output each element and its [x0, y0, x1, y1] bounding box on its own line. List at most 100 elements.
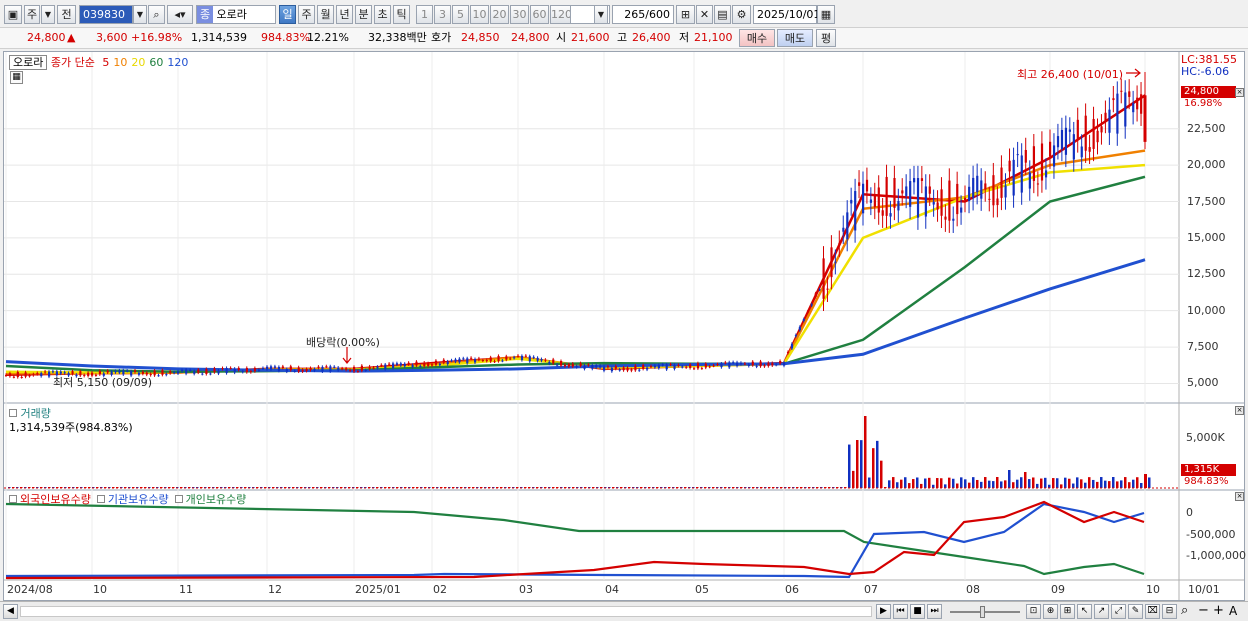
candle-body [177, 371, 180, 374]
interval-button-60[interactable]: 60 [530, 5, 549, 24]
tool-7-icon[interactable]: ✎ [1128, 604, 1143, 619]
zoom-slider-handle[interactable] [980, 606, 985, 618]
tool-2-icon[interactable]: ⊕ [1043, 604, 1058, 619]
period-button-3[interactable]: 년 [336, 5, 353, 24]
tool-1-icon[interactable]: ⊡ [1026, 604, 1041, 619]
chart-canvas[interactable] [4, 52, 1244, 600]
volume-legend-box-icon[interactable] [9, 409, 17, 417]
candle-body [1140, 94, 1143, 114]
interval-button-20[interactable]: 20 [490, 5, 509, 24]
candle-body [229, 367, 232, 369]
interval-button-5[interactable]: 5 [452, 5, 469, 24]
candle-body [881, 210, 884, 216]
tool-3-icon[interactable]: ⊞ [1060, 604, 1075, 619]
tool-4-icon[interactable]: ↖ [1077, 604, 1092, 619]
interval-button-120[interactable]: 120 [550, 5, 572, 24]
volume-bar [916, 477, 919, 488]
candle-body [669, 364, 672, 366]
period-button-4[interactable]: 분 [355, 5, 372, 24]
calendar-icon[interactable]: ▦ [817, 5, 835, 24]
avg-button[interactable]: 평 [816, 29, 836, 47]
first-page-icon[interactable]: ⏮ [893, 604, 908, 619]
settings-icon[interactable]: ⚙ [732, 5, 751, 24]
zoom-in-icon[interactable]: + [1213, 603, 1224, 618]
volume-pane-close-icon[interactable]: × [1235, 406, 1244, 415]
candle-body [583, 365, 586, 369]
period-button-1[interactable]: 주 [298, 5, 315, 24]
candle-body [693, 368, 696, 370]
scroll-left-icon[interactable]: ◀ [3, 604, 18, 619]
period-button-6[interactable]: 틱 [393, 5, 410, 24]
candle-body [818, 289, 821, 291]
candle-body [877, 187, 880, 213]
stock-name-field[interactable]: 종 오로라 [196, 5, 276, 24]
code-dropdown-icon[interactable]: ▼ [133, 5, 147, 24]
code-input[interactable]: 039830 [79, 5, 133, 24]
stock-label-chip[interactable]: 오로라 [9, 55, 48, 70]
tool-8-icon[interactable]: ⌧ [1145, 604, 1160, 619]
candle-body [696, 363, 700, 369]
sound-icon[interactable]: ◂▾ [167, 5, 193, 24]
save-icon[interactable]: ▤ [714, 5, 731, 24]
interval-button-10[interactable]: 10 [470, 5, 489, 24]
holdings-pane-close-icon[interactable]: × [1235, 492, 1244, 501]
candle-body [1132, 103, 1135, 113]
candle-body [536, 357, 539, 361]
ma-legend-5: 5 [102, 56, 110, 69]
tool-6-icon[interactable]: ⤢ [1111, 604, 1126, 619]
candle-body [901, 190, 904, 194]
tool-5-icon[interactable]: ↗ [1094, 604, 1109, 619]
chart-area[interactable]: 오로라 종가 단순 5 10 20 60 120 ▦ LC:381.55 HC:-6.0… [3, 51, 1246, 601]
interval-button-1[interactable]: 1 [416, 5, 433, 24]
candle-body [591, 365, 594, 369]
candle-body [913, 178, 916, 183]
candle-body [579, 363, 582, 366]
buy-button[interactable]: 매수 [739, 29, 775, 47]
candle-body [419, 365, 422, 367]
candle-body [501, 360, 504, 362]
candle-body [384, 364, 387, 370]
interval-dropdown-icon[interactable]: ▼ [594, 5, 608, 24]
scroll-track[interactable] [20, 606, 872, 617]
price-y-tick: 5,000 [1187, 376, 1219, 390]
candle-body [563, 364, 567, 367]
candle-body [301, 369, 304, 372]
count-field[interactable]: 265/600 [612, 5, 674, 24]
market-type-button[interactable]: 주 [24, 5, 40, 24]
period-button-5[interactable]: 초 [374, 5, 391, 24]
date-field[interactable]: 2025/10/01 [753, 5, 820, 24]
period-button-2[interactable]: 월 [317, 5, 334, 24]
interval-button-3[interactable]: 3 [434, 5, 451, 24]
zoom-out-icon[interactable]: − [1198, 603, 1209, 618]
last-page-icon[interactable]: ⏭ [927, 604, 942, 619]
prev-button[interactable]: 전 [57, 5, 76, 24]
period-button-0[interactable]: 일 [279, 5, 296, 24]
interval-button-30[interactable]: 30 [510, 5, 529, 24]
scroll-right-icon[interactable]: ▶ [876, 604, 891, 619]
window-icon[interactable]: ▣ [4, 5, 22, 24]
holdings-legend-box-icon[interactable] [9, 495, 17, 503]
pane-close-icon[interactable]: × [1235, 88, 1244, 97]
candle-body [407, 362, 410, 365]
sell-button[interactable]: 매도 [777, 29, 813, 47]
zoom-slider[interactable] [950, 611, 1020, 613]
candle-body [233, 368, 236, 373]
grid-tool-icon[interactable]: ⊞ [676, 5, 695, 24]
candle-body [677, 364, 680, 366]
table-icon[interactable]: ▦ [10, 71, 23, 84]
candle-body [540, 359, 543, 361]
zoom-search-icon[interactable]: ⌕ [1181, 603, 1188, 618]
tool-9-icon[interactable]: ⊟ [1162, 604, 1177, 619]
candle-body [920, 178, 924, 181]
holdings-legend-box-icon[interactable] [96, 495, 105, 503]
search-icon[interactable]: ⌕ [148, 5, 165, 24]
low-price: 21,100 [694, 31, 733, 44]
candle-body [834, 261, 837, 263]
crosshair-icon[interactable]: ✕ [696, 5, 713, 24]
font-size-icon[interactable]: A [1229, 604, 1237, 618]
x-axis-label: 03 [519, 583, 533, 596]
x-axis-label: 06 [785, 583, 799, 596]
holdings-legend-box-icon[interactable] [174, 495, 183, 503]
stop-icon[interactable]: ■ [910, 604, 925, 619]
market-dropdown-icon[interactable]: ▼ [41, 5, 55, 24]
